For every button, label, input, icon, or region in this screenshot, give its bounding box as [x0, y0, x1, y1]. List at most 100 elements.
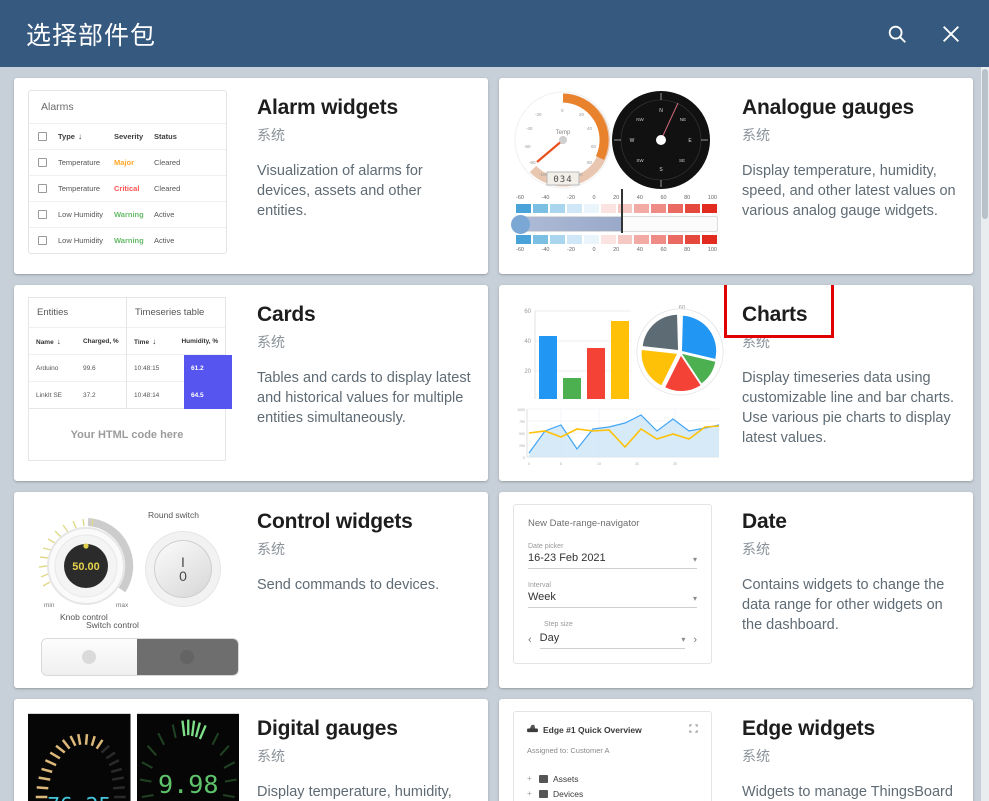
- thermo-strip-top: [515, 203, 719, 214]
- bundle-subtitle: 系统: [257, 748, 285, 764]
- bundle-card-date[interactable]: New Date-range-navigator Date picker 16-…: [499, 492, 973, 688]
- svg-text:25: 25: [673, 462, 677, 466]
- svg-text:60: 60: [591, 144, 597, 149]
- svg-text:5: 5: [560, 462, 562, 466]
- svg-text:40: 40: [587, 126, 593, 131]
- svg-text:60: 60: [524, 309, 531, 315]
- edge-tree: + Assets + Devices +: [527, 771, 698, 801]
- sort-arrow-icon: ↓: [77, 132, 82, 141]
- bundle-preview-charts: 60 40 20 60 1000 750 500 250 0 0 5 10 20…: [499, 285, 724, 481]
- svg-text:-60: -60: [524, 144, 531, 149]
- svg-text:min: min: [44, 602, 55, 609]
- fullscreen-icon[interactable]: [689, 724, 698, 735]
- table-row: 10:48:15 61.2: [127, 354, 232, 382]
- close-icon[interactable]: [931, 14, 971, 54]
- pie-chart-preview: 60: [636, 305, 724, 396]
- round-switch-control[interactable]: I 0: [146, 532, 220, 606]
- thermo-strip-bottom: [515, 234, 719, 245]
- expand-icon[interactable]: +: [527, 789, 534, 798]
- thermo-slider-track[interactable]: [511, 215, 718, 234]
- svg-text:9.98: 9.98: [157, 770, 218, 799]
- bundle-info-edge-widgets: Edge widgets 系统 Widgets to manage Things…: [724, 699, 973, 801]
- bundle-preview-control-widgets: 50.00 min max Knob control Round switch …: [14, 492, 239, 688]
- date-picker-value: 16-23 Feb 2021: [528, 552, 606, 564]
- svg-text:500: 500: [519, 432, 525, 436]
- switch-control-toggle[interactable]: [42, 639, 238, 675]
- svg-text:40: 40: [524, 339, 531, 345]
- checkbox-icon: [38, 236, 47, 245]
- list-item[interactable]: + Assets: [527, 771, 698, 786]
- bundle-card-charts[interactable]: 60 40 20 60 1000 750 500 250 0 0 5 10 20…: [499, 285, 973, 481]
- bundle-card-cards[interactable]: Entities Name ↓ Charged, % Arduino 99.6 L…: [14, 285, 488, 481]
- column-type: Type: [58, 132, 75, 141]
- table-row: 10:48:14 64.5: [127, 381, 232, 409]
- bundle-subtitle: 系统: [742, 334, 770, 350]
- chevron-down-icon: ▾: [681, 635, 686, 644]
- date-picker-field[interactable]: 16-23 Feb 2021 ▾: [528, 552, 697, 569]
- table-row: Arduino 99.6: [29, 354, 126, 381]
- table-row: Low Humidity Warning Active: [29, 227, 226, 253]
- bundle-description: Tables and cards to display latest and h…: [257, 370, 471, 426]
- thermo-slider-knob[interactable]: [511, 215, 530, 234]
- svg-text:W: W: [630, 138, 635, 144]
- area-chart-preview: 1000 750 500 250 0 0 5 10 20 25: [517, 408, 720, 466]
- svg-text:SE: SE: [679, 158, 685, 163]
- chevron-left-icon[interactable]: ‹: [528, 634, 532, 646]
- expand-icon[interactable]: +: [527, 774, 534, 783]
- list-item[interactable]: + Devices: [527, 786, 698, 801]
- sort-arrow-icon: ↓: [56, 336, 61, 346]
- bundle-card-control-widgets[interactable]: 50.00 min max Knob control Round switch …: [14, 492, 488, 688]
- bundle-card-analogue-gauges[interactable]: Temp -20 0 20 -40 -60 -80 -100 40 60 80 …: [499, 78, 973, 274]
- alarm-panel-title: Alarms: [41, 101, 74, 113]
- bundle-preview-edge-widgets: Edge #1 Quick Overview Assigned to: Cust…: [499, 699, 724, 801]
- bundle-title: Cards: [257, 303, 316, 326]
- bundle-preview-cards: Entities Name ↓ Charged, % Arduino 99.6 L…: [14, 285, 239, 481]
- bundle-info-date: Date 系统 Contains widgets to change the d…: [724, 492, 973, 688]
- svg-text:1000: 1000: [517, 408, 525, 412]
- widget-bundle-grid: Alarms Type ↓ Severity Status Temperature…: [14, 78, 975, 801]
- bar-chart-preview: 60 40 20: [524, 309, 631, 399]
- highlighted-cell: 64.5: [184, 381, 232, 409]
- search-icon[interactable]: [877, 14, 917, 54]
- svg-text:N: N: [659, 108, 663, 114]
- bundle-title: Charts: [742, 303, 808, 326]
- temperature-gauge-icon: Temp -20 0 20 -40 -60 -80 -100 40 60 80 …: [514, 91, 612, 189]
- interval-field[interactable]: Week ▾: [528, 591, 697, 608]
- svg-text:NE: NE: [680, 117, 686, 122]
- bundle-description: Visualization of alarms for devices, ass…: [257, 163, 423, 219]
- thermo-ticks-bottom: -60 -40 -20 0 20 40 60 80 100: [516, 247, 717, 253]
- timeseries-title: Timeseries table: [135, 307, 205, 318]
- bundle-preview-date: New Date-range-navigator Date picker 16-…: [499, 492, 724, 688]
- table-row: Temperature Critical Cleared: [29, 175, 226, 201]
- bundle-subtitle: 系统: [742, 748, 770, 764]
- chevron-down-icon: ▾: [692, 555, 697, 564]
- vertical-scrollbar[interactable]: [981, 67, 989, 801]
- edge-panel-title: Edge #1 Quick Overview: [543, 724, 642, 735]
- checkbox-icon: [38, 132, 47, 141]
- bundle-list-container[interactable]: Alarms Type ↓ Severity Status Temperature…: [0, 67, 989, 801]
- svg-text:NW: NW: [636, 117, 644, 122]
- highlighted-cell: 61.2: [184, 354, 232, 382]
- svg-text:max: max: [116, 602, 129, 609]
- bundle-info-digital-gauges: Digital gauges 系统 Display temperature, h…: [239, 699, 488, 801]
- bundle-info-cards: Cards 系统 Tables and cards to display lat…: [239, 285, 488, 481]
- bundle-card-edge-widgets[interactable]: Edge #1 Quick Overview Assigned to: Cust…: [499, 699, 973, 801]
- bundle-card-alarm-widgets[interactable]: Alarms Type ↓ Severity Status Temperature…: [14, 78, 488, 274]
- entities-table-preview: Entities Name ↓ Charged, % Arduino 99.6 L…: [28, 297, 127, 409]
- round-switch-label: Round switch: [148, 510, 200, 520]
- bundle-subtitle: 系统: [257, 127, 285, 143]
- scrollbar-thumb[interactable]: [982, 69, 988, 219]
- table-header: Time ↓ Humidity, %: [127, 327, 225, 354]
- table-header: Name ↓ Charged, %: [29, 327, 126, 354]
- chevron-right-icon[interactable]: ›: [693, 634, 697, 646]
- step-size-field[interactable]: Day ▾: [539, 632, 686, 649]
- svg-text:50.00: 50.00: [72, 561, 100, 573]
- bundle-card-digital-gauges[interactable]: 76.25 MPH 0 100: [14, 699, 488, 801]
- svg-text:0: 0: [528, 462, 530, 466]
- edge-overview-preview: Edge #1 Quick Overview Assigned to: Cust…: [513, 711, 712, 801]
- timeseries-table-preview: Timeseries table Time ↓ Humidity, % 10:48…: [127, 297, 232, 409]
- bundle-info-analogue-gauges: Analogue gauges 系统 Display temperature, …: [724, 78, 973, 274]
- switch-control-label: Switch control: [86, 620, 139, 630]
- svg-text:10: 10: [597, 462, 601, 466]
- svg-text:Temp: Temp: [556, 130, 571, 136]
